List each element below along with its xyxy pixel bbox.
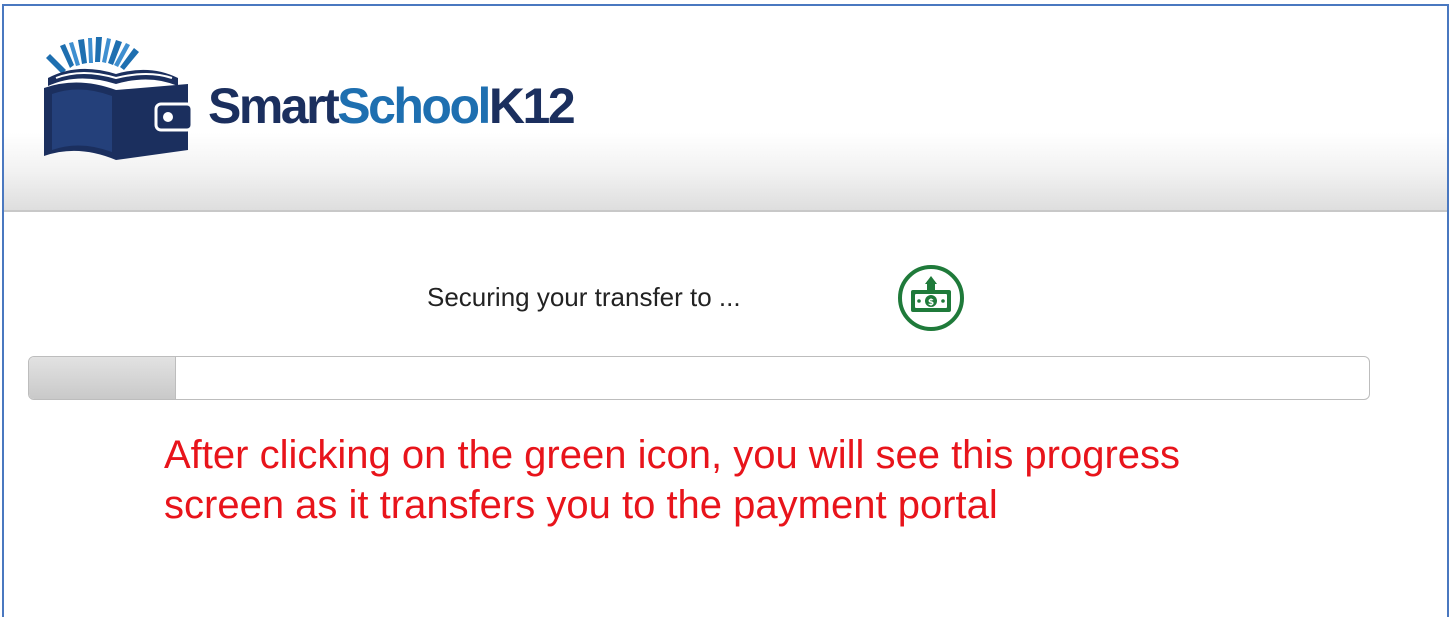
brand-name: SmartSchoolK12 [208,77,576,135]
status-message: Securing your transfer to ... [427,282,741,312]
page-frame: SmartSchoolK12 Securing your transfer to… [2,4,1449,617]
annotation-line-2: screen as it transfers you to the paymen… [164,483,998,527]
brand-name-part1: Smart [208,78,340,134]
annotation-line-1: After clicking on the green icon, you wi… [164,433,1181,477]
money-bill-icon[interactable]: $ [897,264,965,332]
book-wallet-logo-icon [44,37,194,160]
annotation-note: After clicking on the green icon, you wi… [164,430,1394,530]
brand-logo[interactable]: SmartSchoolK12 [38,34,576,162]
progress-bar-fill [29,357,177,399]
progress-bar [28,356,1370,400]
svg-text:$: $ [928,298,934,308]
status-row: Securing your transfer to ... $ [4,262,1447,332]
header: SmartSchoolK12 [4,6,1447,212]
brand-name-part3: K12 [488,78,576,134]
brand-name-part2: School [337,78,491,134]
